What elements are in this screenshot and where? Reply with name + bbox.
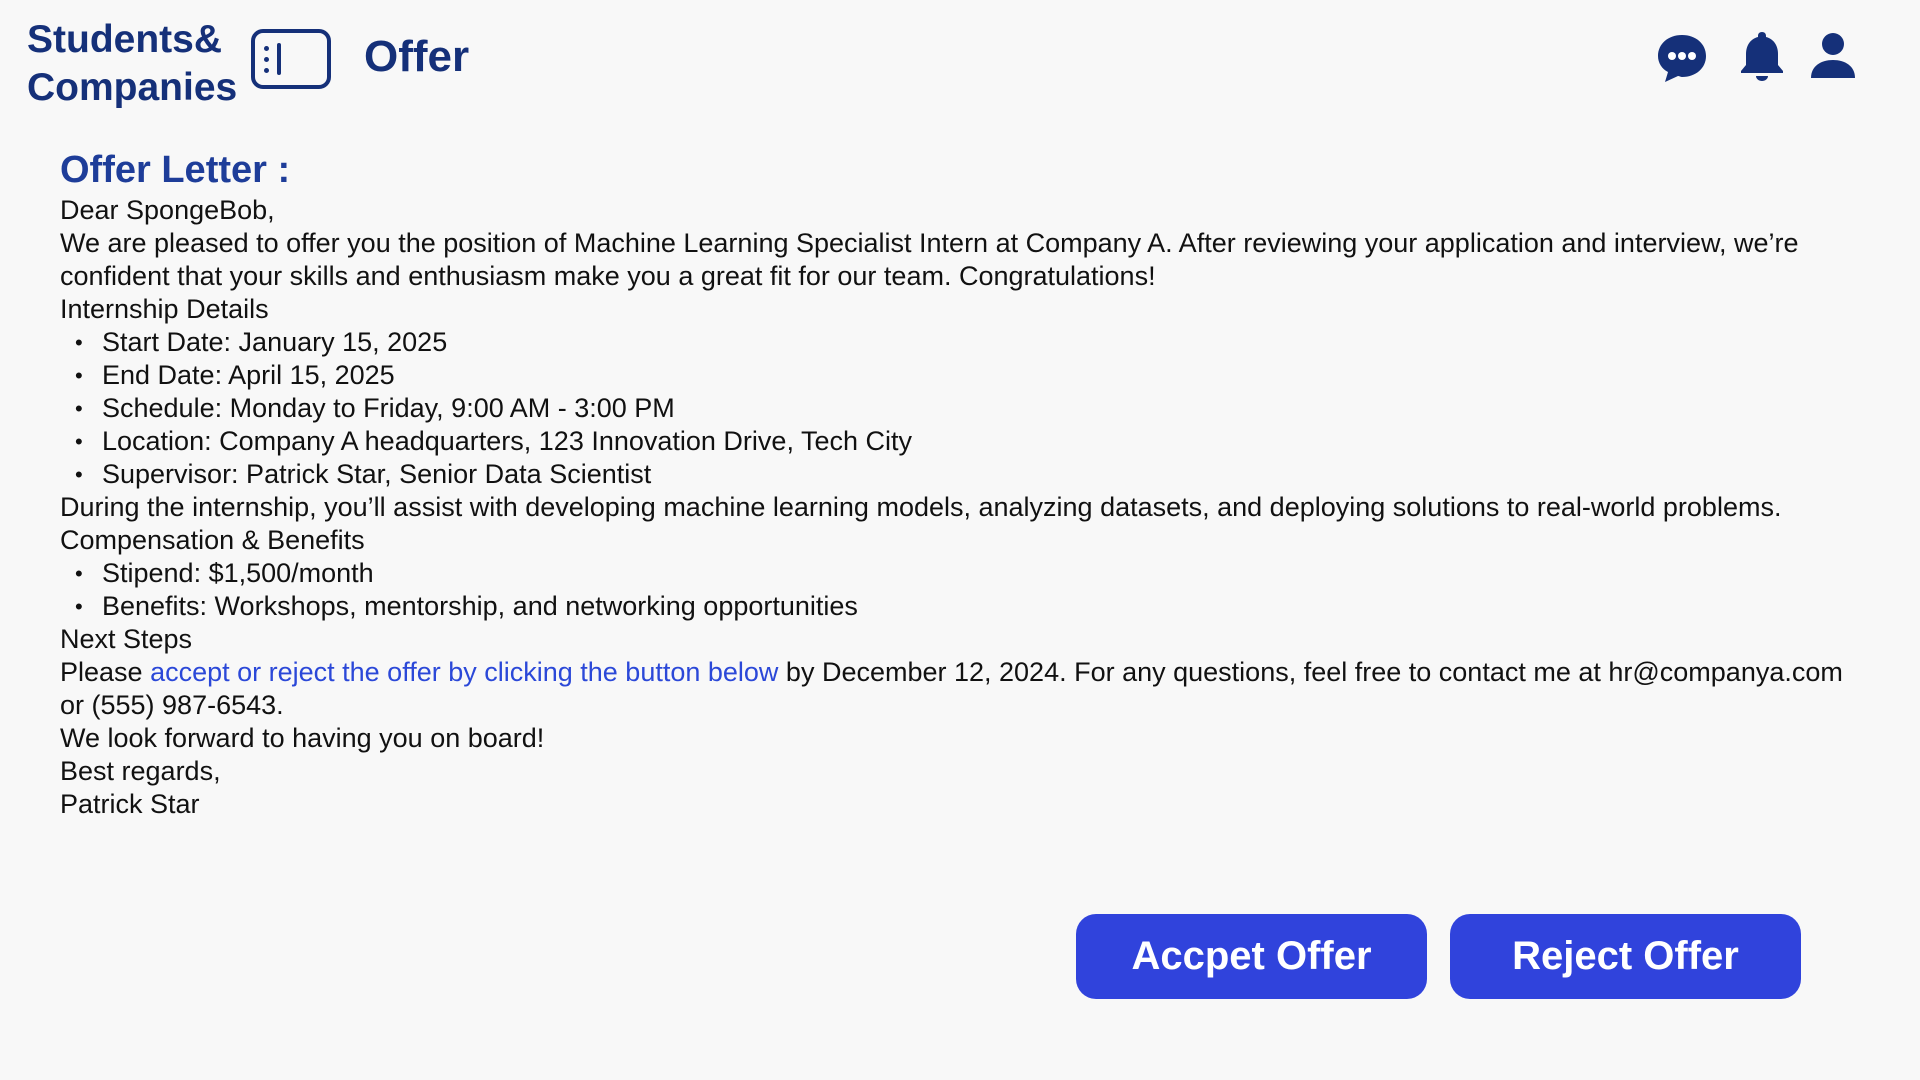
top-header: Students& Companies Offer [0, 0, 1920, 120]
list-item: End Date: April 15, 2025 [60, 359, 1860, 392]
next-steps-prefix: Please [60, 657, 151, 687]
details-heading: Internship Details [60, 294, 269, 324]
list-item: Benefits: Workshops, mentorship, and net… [60, 590, 1860, 623]
compensation-heading: Compensation & Benefits [60, 525, 365, 555]
greeting: Dear SpongeBob, [60, 195, 275, 225]
duties-paragraph: During the internship, you’ll assist wit… [60, 492, 1782, 522]
list-item: Schedule: Monday to Friday, 9:00 AM - 3:… [60, 392, 1860, 425]
respond-link[interactable]: accept or reject the offer by clicking t… [150, 657, 778, 687]
offer-letter: Offer Letter : Dear SpongeBob, We are pl… [60, 142, 1860, 821]
details-list: Start Date: January 15, 2025 End Date: A… [60, 326, 1860, 491]
page-title: Offer [364, 32, 470, 81]
list-item: Supervisor: Patrick Star, Senior Data Sc… [60, 458, 1860, 491]
brand-line-2: Companies [27, 66, 238, 109]
user-icon[interactable] [1808, 30, 1858, 80]
reject-offer-button[interactable]: Reject Offer [1450, 914, 1801, 999]
letter-title: Offer Letter : [60, 149, 291, 191]
regards-line: Best regards, [60, 756, 221, 786]
brand-logo[interactable]: Students& Companies [27, 16, 237, 112]
bell-icon[interactable] [1737, 30, 1787, 82]
list-item: Location: Company A headquarters, 123 In… [60, 425, 1860, 458]
intro-paragraph: We are pleased to offer you the position… [60, 228, 1799, 291]
list-item: Stipend: $1,500/month [60, 557, 1860, 590]
sidebar-bar [277, 43, 281, 75]
next-steps-paragraph: Please accept or reject the offer by cli… [60, 656, 1860, 722]
closing-line: We look forward to having you on board! [60, 723, 545, 753]
next-steps-heading: Next Steps [60, 624, 193, 654]
accept-offer-button[interactable]: Accpet Offer [1076, 914, 1427, 999]
compensation-list: Stipend: $1,500/month Benefits: Workshop… [60, 557, 1860, 623]
sidebar-dots [264, 46, 270, 74]
signature: Patrick Star [60, 789, 200, 819]
chat-icon[interactable] [1654, 30, 1710, 86]
sidebar-toggle-icon[interactable] [251, 29, 331, 89]
brand-line-1: Students& [27, 18, 222, 61]
list-item: Start Date: January 15, 2025 [60, 326, 1860, 359]
